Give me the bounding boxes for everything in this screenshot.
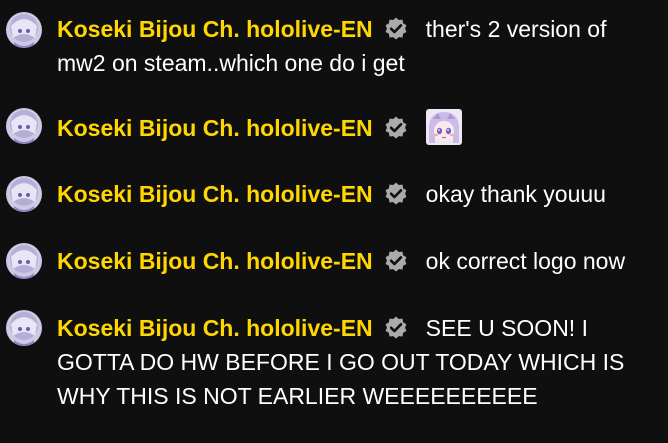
author-name[interactable]: Koseki Bijou Ch. hololive-EN [57,16,373,42]
author-avatar[interactable] [6,12,42,48]
author-avatar[interactable] [6,108,42,144]
message-body: Koseki Bijou Ch. hololive-EN [57,109,656,145]
message-text: ok correct logo now [425,248,626,274]
message-body: Koseki Bijou Ch. hololive-EN ok correct l… [57,244,656,278]
message-text: okay thank youuu [425,181,606,207]
author-name[interactable]: Koseki Bijou Ch. hololive-EN [57,315,373,341]
verified-check-icon [383,16,409,42]
live-chat-list: Koseki Bijou Ch. hololive-EN ther's 2 ver… [0,0,668,443]
message-body: Koseki Bijou Ch. hololive-EN okay thank y… [57,177,656,211]
bijou-face-emote-icon[interactable] [425,109,462,145]
author-avatar[interactable] [6,310,42,346]
verified-check-icon [383,115,409,141]
author-avatar[interactable] [6,243,42,279]
verified-check-icon [383,248,409,274]
message-body: Koseki Bijou Ch. hololive-EN SEE U SOON! … [57,311,656,413]
verified-check-icon [383,181,409,207]
author-name[interactable]: Koseki Bijou Ch. hololive-EN [57,248,373,274]
message-body: Koseki Bijou Ch. hololive-EN ther's 2 ver… [57,12,656,80]
verified-check-icon [383,315,409,341]
author-name[interactable]: Koseki Bijou Ch. hololive-EN [57,181,373,207]
author-name[interactable]: Koseki Bijou Ch. hololive-EN [57,115,373,141]
author-avatar[interactable] [6,176,42,212]
